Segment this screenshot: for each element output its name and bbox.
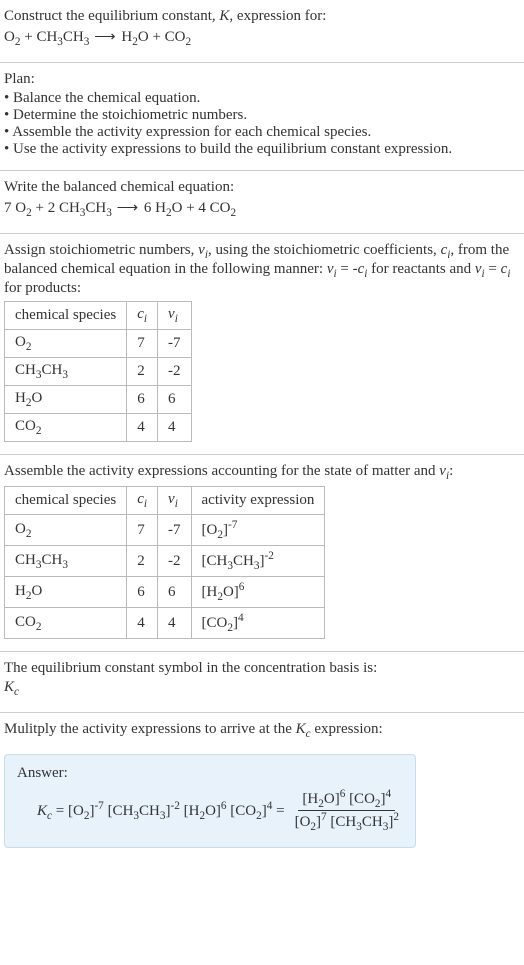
intro-part1: Construct the equilibrium constant, bbox=[4, 8, 219, 24]
table-row: CH3CH3 2 -2 [CH3CH3]-2 bbox=[5, 546, 325, 577]
col-species: chemical species bbox=[5, 302, 127, 330]
intro-k: K bbox=[219, 8, 229, 24]
plan-item: Balance the chemical equation. bbox=[4, 90, 520, 107]
intro-part2: , expression for: bbox=[229, 8, 326, 24]
plan-list: Balance the chemical equation. Determine… bbox=[4, 90, 520, 158]
kc-basis-text: The equilibrium constant symbol in the c… bbox=[4, 660, 520, 677]
reaction-arrow-icon: ⟶ bbox=[112, 200, 144, 216]
activity-section: Assemble the activity expressions accoun… bbox=[0, 455, 524, 652]
table-row: CH3CH3 2 -2 bbox=[5, 358, 192, 386]
multiply-section: Mulitply the activity expressions to arr… bbox=[0, 713, 524, 748]
kc-symbol: Kc bbox=[4, 677, 520, 704]
unbalanced-equation: O2 + CH3CH3 ⟶ H2O + CO2 bbox=[4, 25, 520, 54]
fraction-numerator: [H2O]6 [CO2]4 bbox=[298, 788, 395, 811]
kc-expression: Kc = [O2]-7 [CH3CH3]-2 [H2O]6 [CO2]4 = [… bbox=[17, 788, 403, 833]
multiply-text: Mulitply the activity expressions to arr… bbox=[4, 721, 520, 740]
col-nui: νi bbox=[158, 487, 192, 515]
fraction: [H2O]6 [CO2]4 [O2]7 [CH3CH3]2 bbox=[291, 788, 403, 833]
col-species: chemical species bbox=[5, 487, 127, 515]
table-header-row: chemical species ci νi activity expressi… bbox=[5, 487, 325, 515]
plan-label: Plan: bbox=[4, 71, 520, 88]
table-header-row: chemical species ci νi bbox=[5, 302, 192, 330]
table-row: O2 7 -7 bbox=[5, 330, 192, 358]
balanced-label: Write the balanced chemical equation: bbox=[4, 179, 520, 196]
kc-basis-section: The equilibrium constant symbol in the c… bbox=[0, 652, 524, 713]
reaction-arrow-icon: ⟶ bbox=[89, 29, 121, 45]
balanced-equation: 7 O2 + 2 CH3CH3 ⟶ 6 H2O + 4 CO2 bbox=[4, 196, 520, 225]
table-row: CO2 4 4 [CO2]4 bbox=[5, 608, 325, 639]
answer-box: Answer: Kc = [O2]-7 [CH3CH3]-2 [H2O]6 [C… bbox=[4, 754, 416, 848]
activity-table: chemical species ci νi activity expressi… bbox=[4, 486, 325, 639]
balanced-section: Write the balanced chemical equation: 7 … bbox=[0, 171, 524, 234]
plan-item: Use the activity expressions to build th… bbox=[4, 141, 520, 158]
plan-item: Determine the stoichiometric numbers. bbox=[4, 107, 520, 124]
intro-text: Construct the equilibrium constant, K, e… bbox=[4, 8, 520, 25]
col-ci: ci bbox=[127, 302, 158, 330]
table-row: H2O 6 6 [H2O]6 bbox=[5, 577, 325, 608]
activity-text: Assemble the activity expressions accoun… bbox=[4, 463, 520, 482]
table-row: CO2 4 4 bbox=[5, 414, 192, 442]
col-ci: ci bbox=[127, 487, 158, 515]
fraction-denominator: [O2]7 [CH3CH3]2 bbox=[291, 811, 403, 833]
answer-label: Answer: bbox=[17, 765, 403, 782]
plan-item: Assemble the activity expression for eac… bbox=[4, 124, 520, 141]
col-nui: νi bbox=[158, 302, 192, 330]
assign-text: Assign stoichiometric numbers, νi, using… bbox=[4, 242, 520, 297]
table-row: H2O 6 6 bbox=[5, 386, 192, 414]
col-activity: activity expression bbox=[191, 487, 325, 515]
stoichiometric-table: chemical species ci νi O2 7 -7 CH3CH3 2 … bbox=[4, 301, 192, 442]
table-row: O2 7 -7 [O2]-7 bbox=[5, 515, 325, 546]
assign-section: Assign stoichiometric numbers, νi, using… bbox=[0, 234, 524, 455]
intro-section: Construct the equilibrium constant, K, e… bbox=[0, 0, 524, 63]
plan-section: Plan: Balance the chemical equation. Det… bbox=[0, 63, 524, 171]
